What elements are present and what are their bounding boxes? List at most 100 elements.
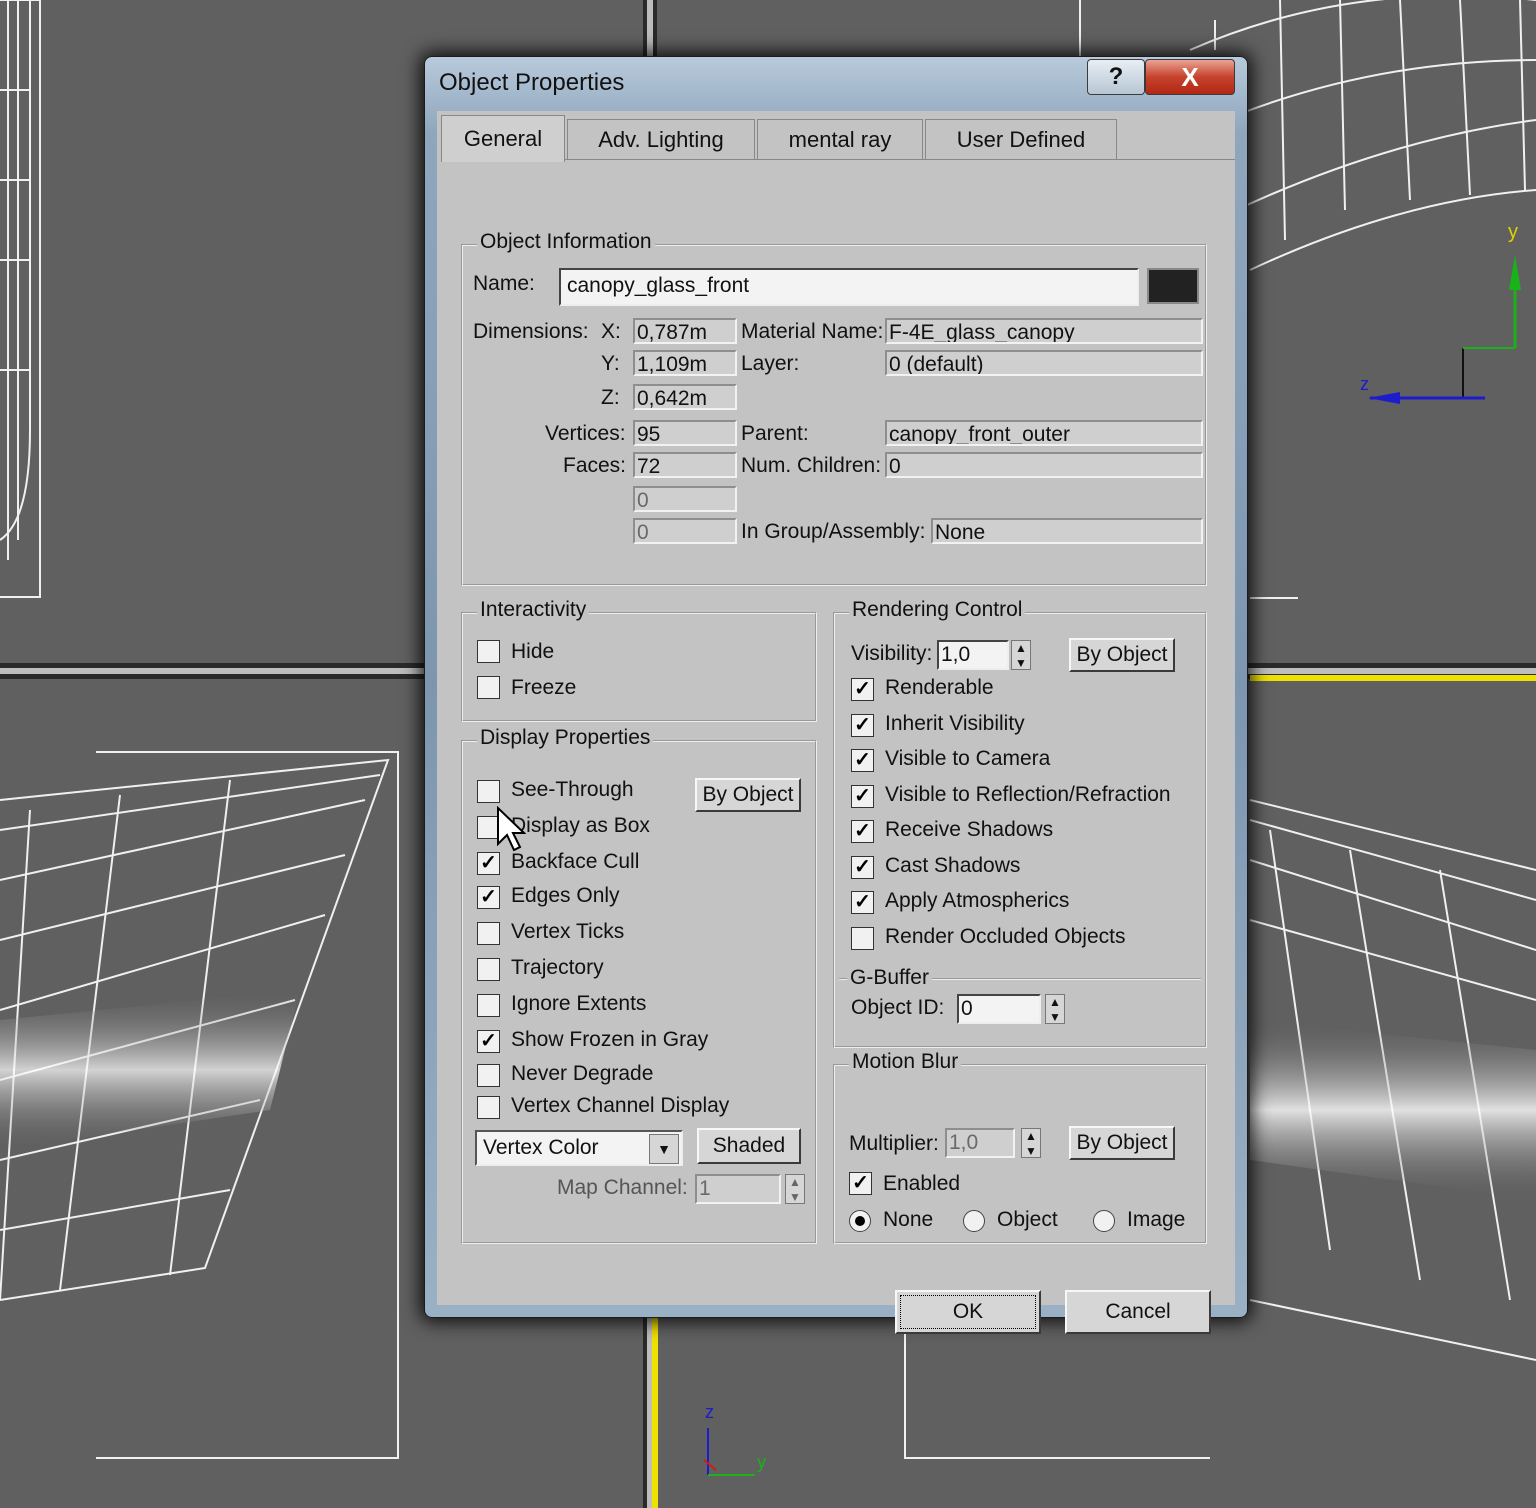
mouse-cursor-icon: [497, 806, 526, 852]
tab-general[interactable]: General: [441, 115, 565, 162]
shaded-button[interactable]: Shaded: [697, 1128, 801, 1164]
inherit-visibility-checkbox[interactable]: ✓: [851, 713, 874, 737]
vertex-channel-display-checkbox[interactable]: [477, 1096, 500, 1119]
dimensions-label: Dimensions:: [473, 320, 589, 343]
backface-cull-checkbox[interactable]: ✓: [477, 852, 500, 875]
tab-adv-lighting[interactable]: Adv. Lighting: [567, 119, 755, 160]
multiplier-input[interactable]: 1,0: [945, 1128, 1015, 1158]
dialog-client-area: General Adv. Lighting mental ray User De…: [437, 111, 1235, 1334]
dimension-y-value: 1,109m: [633, 350, 737, 376]
chevron-down-icon[interactable]: ▼: [649, 1134, 679, 1164]
ok-button[interactable]: OK: [895, 1290, 1041, 1334]
map-channel-input[interactable]: 1: [695, 1174, 781, 1204]
motion-blur-group: Motion Blur Multiplier: 1,0 ▲ ▼ By Object…: [833, 1050, 1207, 1244]
svg-text:z: z: [1360, 374, 1369, 394]
visible-to-reflection-refraction-checkbox[interactable]: ✓: [851, 784, 874, 808]
dimension-z-value: 0,642m: [633, 384, 737, 410]
vertex-ticks-label: Vertex Ticks: [511, 920, 625, 943]
trajectory-checkbox[interactable]: [477, 958, 500, 981]
edges-only-checkbox[interactable]: ✓: [477, 886, 500, 909]
apply-atmospherics-checkbox[interactable]: ✓: [851, 891, 874, 914]
freeze-label: Freeze: [511, 676, 577, 699]
motion-blur-by-object-button[interactable]: By Object: [1069, 1126, 1175, 1160]
object-information-label: Object Information: [477, 230, 655, 254]
parent-value: canopy_front_outer: [885, 420, 1203, 446]
trajectory-label: Trajectory: [511, 956, 604, 979]
rendering-control-group: Rendering Control Visibility: 1,0 ▲ ▼ By …: [833, 598, 1207, 1048]
vertices-value: 95: [633, 420, 737, 446]
show-frozen-in-gray-checkbox[interactable]: ✓: [477, 1030, 500, 1053]
render-occluded-objects-checkbox[interactable]: [851, 926, 874, 950]
tab-mental-ray[interactable]: mental ray: [757, 119, 923, 160]
backface-cull-label: Backface Cull: [511, 850, 640, 873]
num-children-value: 0: [885, 452, 1203, 478]
renderable-checkbox[interactable]: ✓: [851, 678, 874, 701]
rendering-control-label: Rendering Control: [849, 598, 1026, 622]
enabled-checkbox[interactable]: ✓: [849, 1172, 872, 1195]
close-button[interactable]: X: [1145, 59, 1235, 95]
visibility-input[interactable]: 1,0: [937, 640, 1009, 670]
map-channel-spinner[interactable]: ▲ ▼: [785, 1174, 805, 1204]
rendering-by-object-button[interactable]: By Object: [1069, 638, 1175, 672]
blur-image-label: Image: [1127, 1208, 1186, 1231]
blur-object-label: Object: [997, 1208, 1058, 1231]
object-color-swatch[interactable]: [1147, 268, 1199, 304]
interactivity-group: Interactivity Hide Freeze: [461, 598, 817, 722]
interactivity-label: Interactivity: [477, 598, 590, 622]
blur-none-label: None: [883, 1208, 934, 1231]
material-name-label: Material Name:: [741, 320, 884, 343]
see-through-label: See-Through: [511, 778, 634, 801]
svg-text:z: z: [705, 1402, 714, 1422]
blur-none-radio[interactable]: [849, 1210, 871, 1232]
receive-shadows-label: Receive Shadows: [885, 818, 1054, 841]
cancel-button[interactable]: Cancel: [1065, 1290, 1211, 1334]
visible-to-camera-checkbox[interactable]: ✓: [851, 749, 874, 772]
map-channel-label: Map Channel:: [557, 1176, 688, 1199]
show-frozen-in-gray-label: Show Frozen in Gray: [511, 1028, 709, 1051]
z-label: Z:: [601, 386, 620, 409]
enabled-label: Enabled: [883, 1172, 961, 1195]
hide-checkbox[interactable]: [477, 640, 500, 663]
see-through-checkbox[interactable]: [477, 780, 500, 803]
cast-shadows-checkbox[interactable]: ✓: [851, 855, 874, 879]
display-properties-label: Display Properties: [477, 726, 654, 750]
vertex-ticks-checkbox[interactable]: [477, 922, 500, 945]
inherit-visibility-label: Inherit Visibility: [885, 711, 1025, 735]
object-id-input[interactable]: 0: [957, 994, 1041, 1024]
help-button[interactable]: ?: [1087, 59, 1145, 95]
visible-to-camera-label: Visible to Camera: [885, 747, 1051, 770]
blur-image-radio[interactable]: [1093, 1210, 1115, 1232]
never-degrade-checkbox[interactable]: [477, 1064, 500, 1087]
visibility-label: Visibility:: [851, 642, 933, 665]
visible-to-reflection-refraction-label: Visible to Reflection/Refraction: [885, 782, 1171, 806]
tab-user-defined[interactable]: User Defined: [925, 119, 1117, 160]
layer-value: 0 (default): [885, 350, 1203, 376]
y-label: Y:: [601, 352, 620, 375]
renderable-label: Renderable: [885, 676, 994, 699]
freeze-checkbox[interactable]: [477, 676, 500, 699]
receive-shadows-checkbox[interactable]: ✓: [851, 820, 874, 843]
svg-text:y: y: [1508, 221, 1518, 243]
vertex-channel-combo-value: Vertex Color: [483, 1136, 599, 1159]
display-by-object-button[interactable]: By Object: [695, 778, 801, 812]
ignore-extents-checkbox[interactable]: [477, 994, 500, 1017]
object-information-group: Object Information Name: canopy_glass_fr…: [461, 230, 1207, 586]
multiplier-spinner[interactable]: ▲ ▼: [1021, 1128, 1041, 1158]
ignore-extents-label: Ignore Extents: [511, 992, 647, 1015]
svg-text:y: y: [757, 1452, 766, 1472]
name-label: Name:: [473, 272, 535, 295]
visibility-spinner[interactable]: ▲ ▼: [1011, 640, 1031, 670]
object-id-spinner[interactable]: ▲ ▼: [1045, 994, 1065, 1024]
num-children-label: Num. Children:: [741, 454, 882, 477]
object-id-label: Object ID:: [851, 996, 945, 1019]
cast-shadows-label: Cast Shadows: [885, 853, 1021, 877]
faces-value: 72: [633, 452, 737, 478]
gbuffer-label: G-Buffer: [847, 966, 932, 990]
vertex-channel-combo[interactable]: Vertex Color ▼: [475, 1130, 683, 1166]
render-occluded-objects-label: Render Occluded Objects: [885, 924, 1126, 948]
display-as-box-label: Display as Box: [511, 814, 650, 837]
blur-object-radio[interactable]: [963, 1210, 985, 1232]
name-input[interactable]: canopy_glass_front: [559, 268, 1139, 306]
dialog-title: Object Properties: [439, 69, 625, 96]
general-tab-page: Object Information Name: canopy_glass_fr…: [441, 159, 1235, 1334]
